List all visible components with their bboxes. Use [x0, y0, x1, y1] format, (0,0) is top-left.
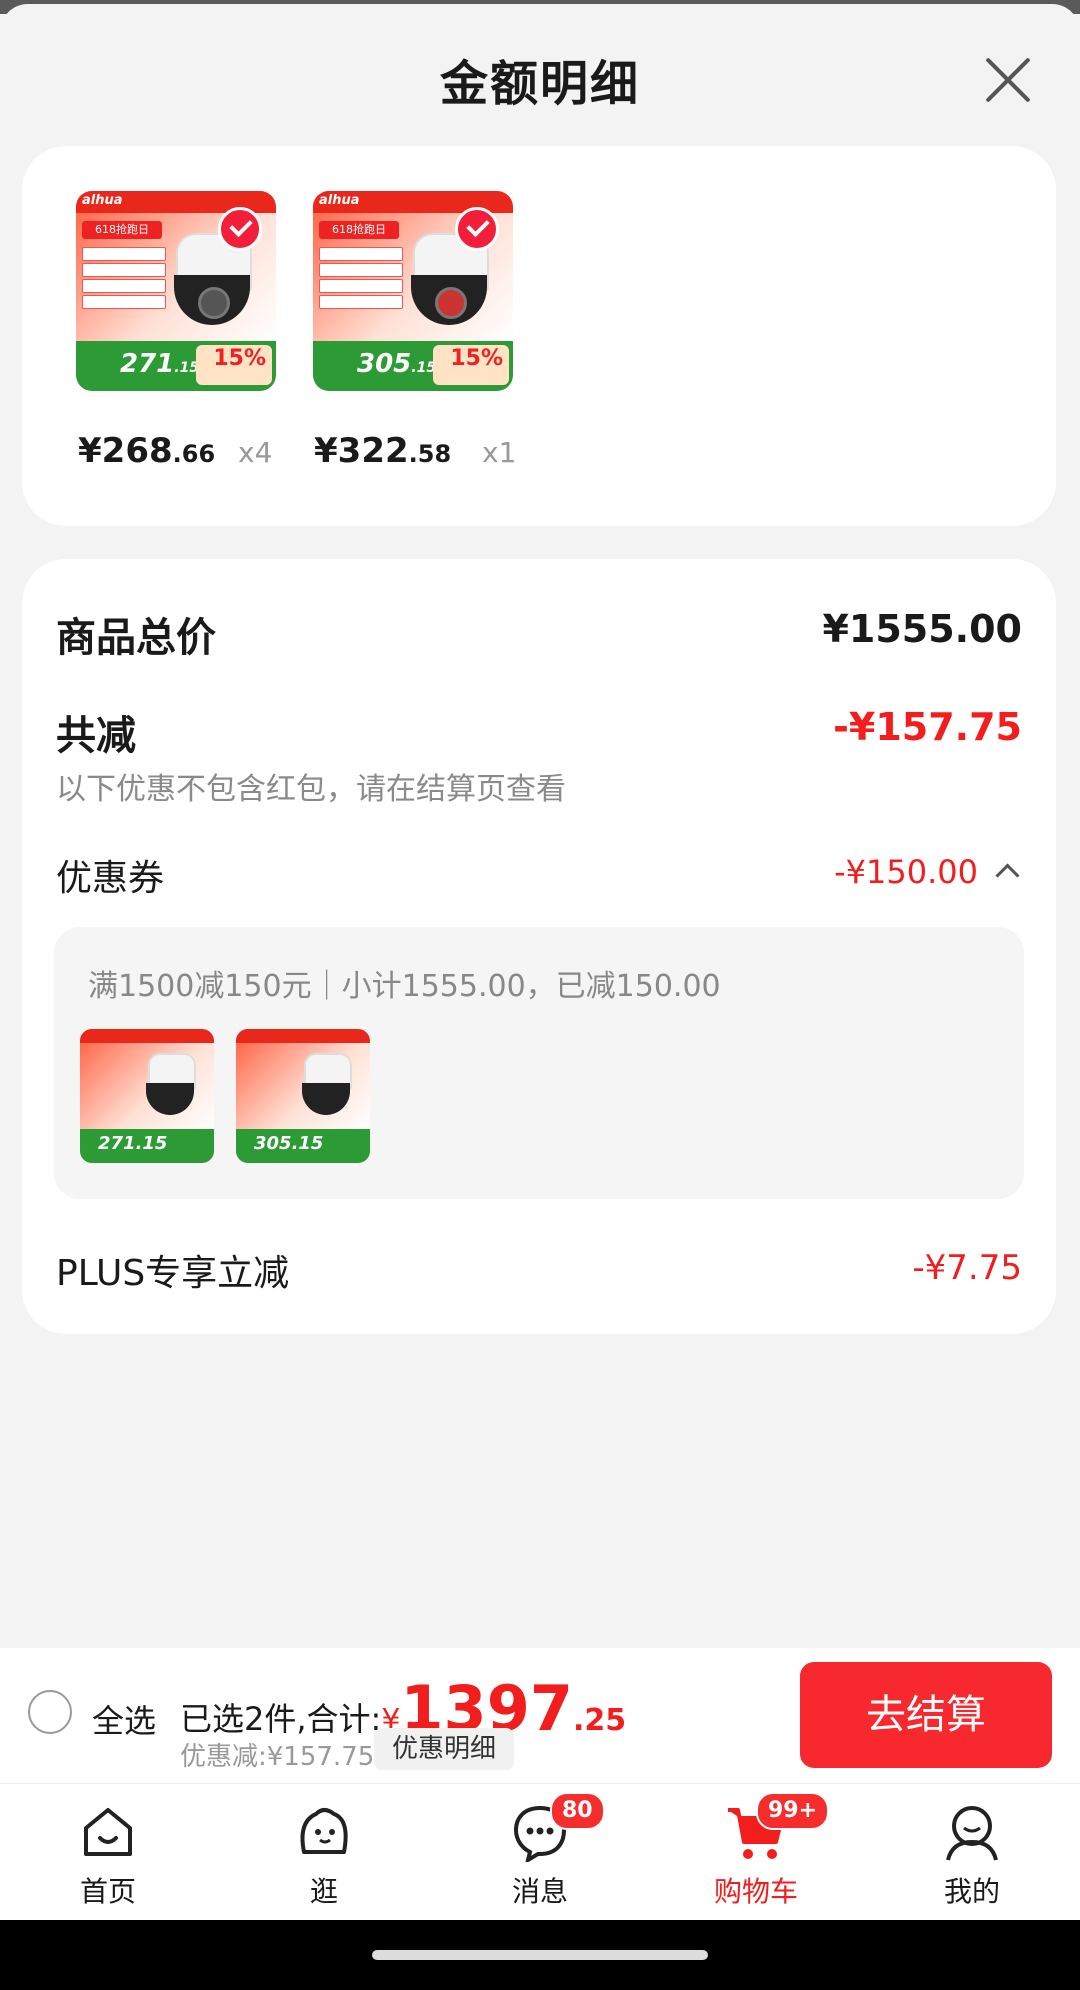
tab-cart[interactable]: 购物车 99+	[676, 1784, 836, 1921]
home-indicator[interactable]	[372, 1950, 708, 1960]
discount-detail-button[interactable]: 优惠明细	[374, 1728, 515, 1770]
checkout-button[interactable]: 去结算	[800, 1662, 1052, 1768]
tab-profile[interactable]: 我的	[892, 1784, 1052, 1921]
discount-summary: 优惠减:¥157.75	[180, 1742, 375, 1772]
reduce-value: -¥157.75	[833, 705, 1022, 749]
checkout-bar: 全选 已选2件,合计:¥1397.25 优惠减:¥157.75 优惠明细 去结算	[0, 1648, 1080, 1783]
product-thumbnail[interactable]: alhua 618抢跑日 305.15 15%	[313, 191, 513, 391]
tab-message[interactable]: 消息 80	[460, 1784, 620, 1921]
price-summary-card: 商品总价 ¥1555.00 共减 -¥157.75 以下优惠不包含红包，请在结算…	[22, 559, 1056, 1334]
product-quantity: x1	[482, 436, 517, 469]
system-nav-bar	[0, 1920, 1080, 1990]
select-all-radio[interactable]	[28, 1690, 72, 1734]
browse-icon	[300, 1808, 348, 1854]
total-label: 商品总价	[56, 615, 216, 661]
chevron-up-icon[interactable]	[995, 863, 1020, 888]
amount-detail-sheet: 金额明细 alhua 618抢跑日 271.15 15% alhua 618抢跑…	[0, 4, 1080, 1648]
selected-check-icon	[455, 207, 499, 251]
cart-badge: 99+	[756, 1792, 830, 1830]
products-card: alhua 618抢跑日 271.15 15% alhua 618抢跑日 305…	[22, 146, 1056, 526]
coupon-product-thumbnail: 305.15	[236, 1029, 370, 1163]
home-icon	[84, 1808, 132, 1856]
coupon-value[interactable]: -¥150.00	[834, 853, 978, 891]
coupon-label[interactable]: 优惠券	[56, 849, 164, 901]
close-icon[interactable]	[978, 50, 1038, 110]
reduce-note: 以下优惠不包含红包，请在结算页查看	[56, 772, 566, 807]
tab-browse[interactable]: 逛	[244, 1784, 404, 1921]
coupon-detail-text: 满1500减150元｜小计1555.00，已减150.00	[88, 969, 721, 1004]
plus-discount-label: PLUS专享立减	[56, 1253, 290, 1294]
reduce-label: 共减	[56, 713, 136, 759]
product-thumbnail[interactable]: alhua 618抢跑日 271.15 15%	[76, 191, 276, 391]
selected-check-icon	[218, 207, 262, 251]
product-quantity: x4	[238, 436, 273, 469]
tab-home[interactable]: 首页	[28, 1784, 188, 1921]
message-badge: 80	[550, 1792, 605, 1830]
select-all-label[interactable]: 全选	[92, 1696, 156, 1742]
product-price: ¥322.58	[314, 431, 452, 471]
bottom-tab-bar: 首页 逛 消息 80 购物车 99+ 我的	[0, 1783, 1080, 1920]
coupon-product-thumbnail: 271.15	[80, 1029, 214, 1163]
product-price: ¥268.66	[78, 431, 216, 471]
plus-discount-value: -¥7.75	[912, 1248, 1022, 1288]
coupon-detail-box: 满1500减150元｜小计1555.00，已减150.00 271.15 305…	[54, 927, 1024, 1199]
total-value: ¥1555.00	[822, 607, 1022, 651]
sheet-title: 金额明细	[439, 56, 640, 112]
profile-icon	[946, 1806, 998, 1861]
